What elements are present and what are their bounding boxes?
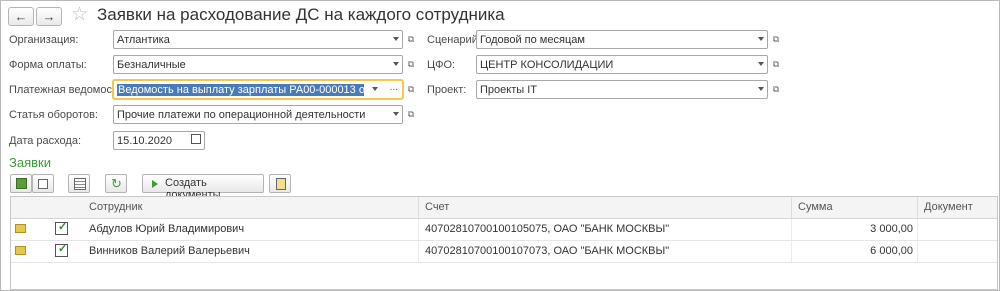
copy-icon	[38, 179, 48, 189]
open-icon[interactable]: ⧉	[769, 56, 783, 73]
dropdown-arrow-icon[interactable]	[393, 37, 399, 41]
forward-button[interactable]: →	[36, 7, 62, 26]
report-icon	[276, 178, 286, 190]
table-header: Сотрудник Счет Сумма Документ	[11, 197, 997, 219]
row-checkbox[interactable]: ✓	[55, 221, 68, 235]
dropdown-arrow-icon[interactable]	[393, 112, 399, 116]
add-row-button[interactable]	[10, 174, 32, 193]
organization-value: Атлантика	[117, 34, 170, 46]
add-icon	[16, 178, 27, 189]
copy-row-button[interactable]	[32, 174, 54, 193]
create-documents-button[interactable]: Создать документы	[142, 174, 264, 201]
open-icon[interactable]: ⧉	[404, 106, 418, 123]
organization-label: Организация:	[9, 34, 79, 46]
table-row[interactable]: ✓ Винников Валерий Валерьевич 4070281070…	[11, 241, 997, 263]
row-checkbox[interactable]: ✓	[55, 243, 68, 257]
payment-statement-field[interactable]: Ведомость на выплату зарплаты РА00-00001…	[113, 80, 403, 99]
scenario-label: Сценарий:	[427, 34, 481, 46]
cfo-value: ЦЕНТР КОНСОЛИДАЦИИ	[480, 59, 614, 71]
table-row[interactable]: ✓ Абдулов Юрий Владимирович 407028107001…	[11, 219, 997, 241]
amount-cell: 3 000,00	[870, 223, 913, 235]
select-button[interactable]: ...	[390, 82, 398, 93]
scenario-field[interactable]: Годовой по месяцам	[476, 30, 768, 49]
dropdown-arrow-icon[interactable]	[758, 62, 764, 66]
cashflow-item-field[interactable]: Прочие платежи по операционной деятельно…	[113, 105, 403, 124]
page-title: Заявки на расходование ДС на каждого сот…	[97, 5, 505, 24]
dropdown-arrow-icon[interactable]	[758, 37, 764, 41]
account-cell: 40702810700100105075, ОАО "БАНК МОСКВЫ"	[425, 223, 670, 235]
payment-statement-value: Ведомость на выплату зарплаты РА00-00001…	[117, 84, 364, 96]
arrow-right-icon: →	[42, 9, 56, 24]
fill-button[interactable]	[68, 174, 90, 193]
calendar-icon[interactable]	[191, 134, 201, 144]
expense-date-label: Дата расхода:	[9, 135, 81, 147]
account-cell: 40702810700100107073, ОАО "БАНК МОСКВЫ"	[425, 245, 670, 257]
column-header-employee[interactable]: Сотрудник	[89, 201, 142, 213]
project-label: Проект:	[427, 84, 467, 96]
open-icon[interactable]: ⧉	[404, 31, 418, 48]
checkmark-icon: ✓	[58, 221, 68, 233]
employee-cell: Абдулов Юрий Владимирович	[89, 223, 245, 235]
payment-form-label: Форма оплаты:	[9, 59, 87, 71]
refresh-button[interactable]: ↻	[105, 174, 127, 193]
row-status-icon	[15, 246, 26, 255]
cashflow-item-label: Статья оборотов:	[9, 109, 98, 121]
row-status-icon	[15, 224, 26, 233]
dropdown-arrow-icon[interactable]	[758, 87, 764, 91]
open-icon[interactable]: ⧉	[769, 81, 783, 98]
cfo-field[interactable]: ЦЕНТР КОНСОЛИДАЦИИ	[476, 55, 768, 74]
open-icon[interactable]: ⧉	[769, 31, 783, 48]
cashflow-item-value: Прочие платежи по операционной деятельно…	[117, 109, 366, 121]
open-icon[interactable]: ⧉	[404, 81, 418, 98]
payment-form-field[interactable]: Безналичные	[113, 55, 403, 74]
project-value: Проекты IT	[480, 84, 537, 96]
table-fill-icon	[74, 178, 86, 190]
scenario-value: Годовой по месяцам	[480, 34, 585, 46]
back-button[interactable]: ←	[8, 7, 34, 26]
requests-table: Сотрудник Счет Сумма Документ ✓ Абдулов …	[10, 196, 998, 290]
column-header-account[interactable]: Счет	[425, 201, 449, 213]
cfo-label: ЦФО:	[427, 59, 456, 71]
expense-date-value: 15.10.2020	[117, 135, 173, 147]
window: ← → ☆ Заявки на расходование ДС на каждо…	[0, 0, 1000, 291]
column-header-document[interactable]: Документ	[924, 201, 973, 213]
project-field[interactable]: Проекты IT	[476, 80, 768, 99]
open-icon[interactable]: ⧉	[404, 56, 418, 73]
organization-field[interactable]: Атлантика	[113, 30, 403, 49]
favorite-star-icon[interactable]: ☆	[71, 4, 88, 26]
amount-cell: 6 000,00	[870, 245, 913, 257]
report-button[interactable]	[269, 174, 291, 193]
play-icon	[152, 180, 158, 188]
payment-form-value: Безналичные	[117, 59, 186, 71]
expense-date-field[interactable]: 15.10.2020	[113, 131, 205, 150]
dropdown-arrow-icon[interactable]	[393, 62, 399, 66]
employee-cell: Винников Валерий Валерьевич	[89, 245, 250, 257]
checkmark-icon: ✓	[58, 243, 68, 255]
requests-section-title: Заявки	[9, 155, 51, 170]
arrow-left-icon: ←	[14, 9, 28, 24]
refresh-icon: ↻	[111, 176, 122, 191]
column-header-amount[interactable]: Сумма	[798, 201, 833, 213]
payment-statement-label: Платежная ведомость:	[9, 84, 126, 96]
dropdown-arrow-icon[interactable]	[372, 87, 378, 91]
